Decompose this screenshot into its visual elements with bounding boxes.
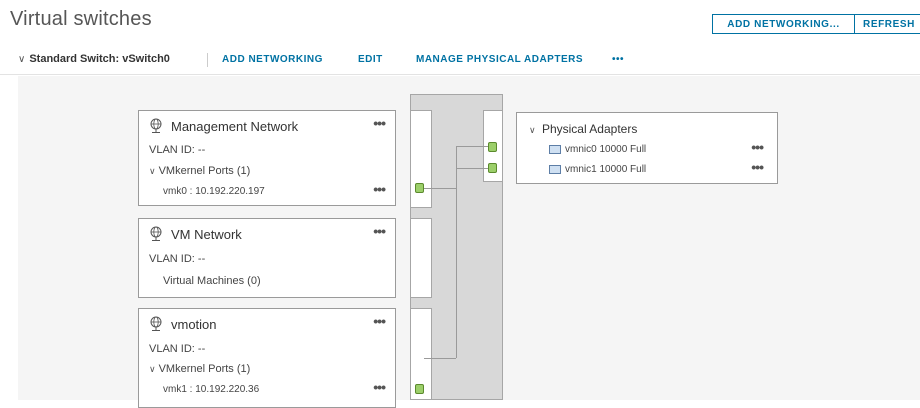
- switch-port-slot: [410, 218, 432, 298]
- port-group-name: VM Network: [171, 227, 242, 242]
- physical-adapter-row[interactable]: vmnic0 10000 Full: [549, 144, 646, 155]
- connection-line: [456, 146, 457, 358]
- uplink-connector-vmnic1: [488, 163, 497, 173]
- page-title: Virtual switches: [10, 8, 152, 30]
- refresh-button[interactable]: REFRESH: [854, 14, 920, 34]
- switch-edit-link[interactable]: EDIT: [358, 54, 383, 65]
- globe-network-icon: [150, 118, 162, 133]
- connection-line: [424, 188, 456, 189]
- port-group-more-button[interactable]: •••: [373, 115, 386, 131]
- vmkernel-port-item: vmk1 : 10.192.220.36: [163, 384, 260, 395]
- vmkernel-ports-label: VMkernel Ports (1): [158, 165, 251, 177]
- network-adapter-icon: [549, 145, 561, 154]
- port-connector-vmk1: [415, 384, 424, 394]
- port-group-name: Management Network: [171, 119, 299, 134]
- vmkernel-ports-toggle[interactable]: ∨ VMkernel Ports (1): [149, 165, 250, 177]
- vmkernel-ports-label: VMkernel Ports (1): [158, 363, 251, 375]
- switch-toggle[interactable]: ∨ Standard Switch: vSwitch0: [18, 53, 170, 65]
- vmkernel-port-more-button[interactable]: •••: [373, 379, 386, 395]
- physical-adapter-row[interactable]: vmnic1 10000 Full: [549, 164, 646, 175]
- port-group-more-button[interactable]: •••: [373, 223, 386, 239]
- physical-adapter-more-button[interactable]: •••: [751, 159, 764, 175]
- manage-physical-adapters-link[interactable]: MANAGE PHYSICAL ADAPTERS: [416, 54, 583, 65]
- uplink-connector-vmnic0: [488, 142, 497, 152]
- chevron-down-icon: ∨: [18, 53, 26, 65]
- chevron-down-icon: ∨: [149, 166, 156, 176]
- globe-network-icon: [150, 226, 162, 241]
- vmkernel-port-item: vmk0 : 10.192.220.197: [163, 186, 265, 197]
- switch-port-slot: [410, 110, 432, 208]
- port-group-card-management-network[interactable]: Management Network ••• VLAN ID: -- ∨ VMke…: [138, 110, 396, 206]
- vlan-id-label: VLAN ID: --: [149, 144, 206, 156]
- switch-title: Standard Switch: vSwitch0: [29, 53, 170, 65]
- physical-adapter-label: vmnic0 10000 Full: [565, 144, 647, 155]
- connection-line: [424, 358, 456, 359]
- globe-network-icon: [150, 316, 162, 331]
- divider: [207, 53, 208, 67]
- virtual-machines-label: Virtual Machines (0): [163, 275, 261, 287]
- add-networking-button[interactable]: ADD NETWORKING...: [712, 14, 855, 34]
- physical-adapter-label: vmnic1 10000 Full: [565, 164, 647, 175]
- port-group-name: vmotion: [171, 317, 217, 332]
- switch-header: ∨ Standard Switch: vSwitch0 ADD NETWORKI…: [0, 44, 920, 75]
- vlan-id-label: VLAN ID: --: [149, 343, 206, 355]
- chevron-down-icon: ∨: [149, 364, 156, 374]
- physical-adapters-title: Physical Adapters: [541, 122, 638, 136]
- physical-adapters-card: ∨ Physical Adapters vmnic0 10000 Full ••…: [516, 112, 778, 184]
- physical-adapters-toggle[interactable]: ∨ Physical Adapters: [529, 122, 637, 136]
- vmkernel-port-more-button[interactable]: •••: [373, 181, 386, 197]
- switch-more-actions-button[interactable]: •••: [612, 54, 624, 65]
- switch-add-networking-link[interactable]: ADD NETWORKING: [222, 54, 323, 65]
- chevron-down-icon: ∨: [529, 125, 536, 135]
- port-group-card-vm-network[interactable]: VM Network ••• VLAN ID: -- Virtual Machi…: [138, 218, 396, 298]
- port-group-card-vmotion[interactable]: vmotion ••• VLAN ID: -- ∨ VMkernel Ports …: [138, 308, 396, 408]
- physical-adapter-more-button[interactable]: •••: [751, 139, 764, 155]
- connection-line: [456, 146, 488, 147]
- port-group-more-button[interactable]: •••: [373, 313, 386, 329]
- port-connector-vmk0: [415, 183, 424, 193]
- vlan-id-label: VLAN ID: --: [149, 253, 206, 265]
- network-adapter-icon: [549, 165, 561, 174]
- vmkernel-ports-toggle[interactable]: ∨ VMkernel Ports (1): [149, 363, 250, 375]
- connection-line: [456, 168, 488, 169]
